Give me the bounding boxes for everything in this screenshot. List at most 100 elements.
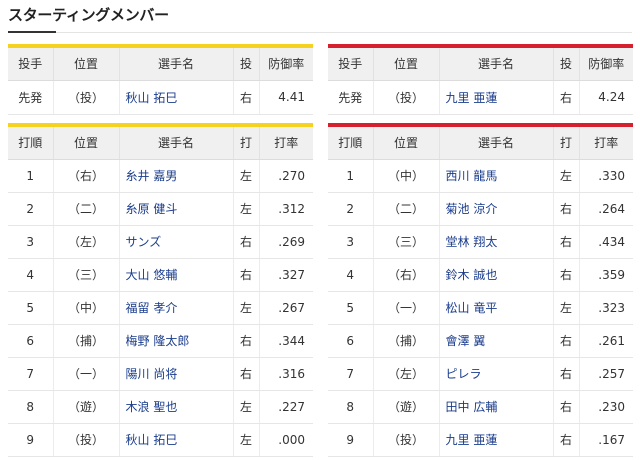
- player-name-link[interactable]: 大山 悠輔: [119, 258, 234, 292]
- batting-hand: 右: [233, 258, 260, 292]
- batting-average: .257: [579, 357, 633, 391]
- table-header-row: 打順 位置 選手名 打 打率: [328, 127, 633, 160]
- player-name-link[interactable]: 糸原 健斗: [119, 192, 234, 226]
- player-position: （遊）: [373, 390, 440, 424]
- player-position: （左）: [373, 357, 440, 391]
- player-name-link[interactable]: 堂林 翔太: [439, 225, 554, 259]
- table-header-row: 投手 位置 選手名 投 防御率: [328, 48, 633, 81]
- pitcher-era: 4.24: [579, 80, 633, 115]
- player-name-link[interactable]: 梅野 隆太郎: [119, 324, 234, 358]
- batting-average: .323: [579, 291, 633, 325]
- batting-average: .344: [259, 324, 313, 358]
- player-name-link[interactable]: 西川 龍馬: [439, 159, 554, 193]
- batting-order: 9: [328, 423, 374, 457]
- player-position: （一）: [53, 357, 120, 391]
- player-name-link[interactable]: 福留 孝介: [119, 291, 234, 325]
- pitcher-throw: 右: [233, 80, 260, 115]
- batting-hand: 左: [233, 159, 260, 193]
- player-name-link[interactable]: 松山 竜平: [439, 291, 554, 325]
- player-position: （捕）: [373, 324, 440, 358]
- player-name-link[interactable]: 鈴木 誠也: [439, 258, 554, 292]
- player-name-link[interactable]: 田中 広輔: [439, 390, 554, 424]
- home-lineup-table: 打順 位置 選手名 打 打率 1 （右） 糸井 嘉男左 .270 2 （二） 糸原 健斗左.…: [8, 127, 313, 457]
- batting-average: .167: [579, 423, 633, 457]
- col-header-pitcher: 投手: [328, 48, 374, 81]
- batting-order: 1: [8, 159, 54, 193]
- home-lineup-panel: 打順 位置 選手名 打 打率 1 （右） 糸井 嘉男左 .270 2 （二） 糸原 健斗左.…: [8, 123, 313, 457]
- batting-order: 8: [328, 390, 374, 424]
- batting-average: .434: [579, 225, 633, 259]
- pitcher-name-link[interactable]: 秋山 拓巳: [119, 80, 234, 115]
- player-position: （一）: [373, 291, 440, 325]
- player-name-link[interactable]: 菊池 涼介: [439, 192, 554, 226]
- batting-hand: 右: [553, 324, 580, 358]
- table-row: 4 （三） 大山 悠輔右 .327: [8, 258, 313, 292]
- player-position: （二）: [53, 192, 120, 226]
- table-row: 7 （一） 陽川 尚将右 .316: [8, 357, 313, 391]
- player-name-link[interactable]: 秋山 拓巳: [119, 423, 234, 457]
- title-divider: [8, 32, 632, 33]
- batting-hand: 左: [233, 291, 260, 325]
- batting-average: .000: [259, 423, 313, 457]
- batting-hand: 右: [553, 258, 580, 292]
- home-pitcher-table: 投手 位置 選手名 投 防御率 先発 （投） 秋山 拓巳 右 4.41: [8, 48, 313, 115]
- batting-average: .264: [579, 192, 633, 226]
- table-row: 2 （二） 菊池 涼介右 .264: [328, 192, 633, 226]
- batting-average: .267: [259, 291, 313, 325]
- batting-average: .269: [259, 225, 313, 259]
- batting-order: 1: [328, 159, 374, 193]
- table-header-row: 打順 位置 選手名 打 打率: [8, 127, 313, 160]
- batting-order: 6: [8, 324, 54, 358]
- batting-order: 5: [328, 291, 374, 325]
- batting-order: 4: [8, 258, 54, 292]
- player-name-link[interactable]: 會澤 翼: [439, 324, 554, 358]
- player-name-link[interactable]: 糸井 嘉男: [119, 159, 234, 193]
- page-title: スターティングメンバー: [8, 6, 169, 24]
- table-row: 6 （捕） 梅野 隆太郎右 .344: [8, 324, 313, 358]
- pitcher-name-link[interactable]: 九里 亜蓮: [439, 80, 554, 115]
- table-row: 5 （中） 福留 孝介左 .267: [8, 291, 313, 325]
- batting-order: 2: [328, 192, 374, 226]
- player-position: （三）: [373, 225, 440, 259]
- player-name-link[interactable]: サンズ: [119, 225, 234, 259]
- batting-order: 6: [328, 324, 374, 358]
- player-position: （右）: [53, 159, 120, 193]
- col-header-throw: 投: [233, 48, 260, 81]
- col-header-player: 選手名: [119, 127, 234, 160]
- player-name-link[interactable]: 陽川 尚将: [119, 357, 234, 391]
- batting-average: .312: [259, 192, 313, 226]
- player-position: （捕）: [53, 324, 120, 358]
- batting-hand: 右: [553, 390, 580, 424]
- batting-hand: 右: [553, 357, 580, 391]
- table-row: 3 （三） 堂林 翔太右 .434: [328, 225, 633, 259]
- player-name-link[interactable]: ピレラ: [439, 357, 554, 391]
- col-header-position: 位置: [373, 127, 440, 160]
- col-header-order: 打順: [328, 127, 374, 160]
- pitcher-role: 先発: [328, 80, 374, 115]
- batting-hand: 左: [233, 423, 260, 457]
- player-position: （左）: [53, 225, 120, 259]
- col-header-player: 選手名: [439, 127, 554, 160]
- away-pitcher-table: 投手 位置 選手名 投 防御率 先発 （投） 九里 亜蓮 右 4.24: [328, 48, 633, 115]
- player-name-link[interactable]: 木浪 聖也: [119, 390, 234, 424]
- player-position: （遊）: [53, 390, 120, 424]
- table-row: 5 （一） 松山 竜平左 .323: [328, 291, 633, 325]
- pitcher-position: （投）: [373, 80, 440, 115]
- title-underline: [8, 31, 56, 33]
- batting-average: .316: [259, 357, 313, 391]
- batting-average: .227: [259, 390, 313, 424]
- batting-hand: 右: [233, 225, 260, 259]
- col-header-pitcher: 投手: [8, 48, 54, 81]
- player-name-link[interactable]: 九里 亜蓮: [439, 423, 554, 457]
- player-position: （投）: [373, 423, 440, 457]
- table-row: 先発 （投） 九里 亜蓮 右 4.24: [328, 80, 633, 115]
- table-row: 9 （投） 九里 亜蓮右 .167: [328, 423, 633, 457]
- batting-hand: 左: [233, 390, 260, 424]
- batting-hand: 右: [553, 192, 580, 226]
- table-row: 先発 （投） 秋山 拓巳 右 4.41: [8, 80, 313, 115]
- batting-average: .270: [259, 159, 313, 193]
- batting-order: 8: [8, 390, 54, 424]
- table-row: 8 （遊） 田中 広輔右 .230: [328, 390, 633, 424]
- player-position: （右）: [373, 258, 440, 292]
- batting-order: 7: [328, 357, 374, 391]
